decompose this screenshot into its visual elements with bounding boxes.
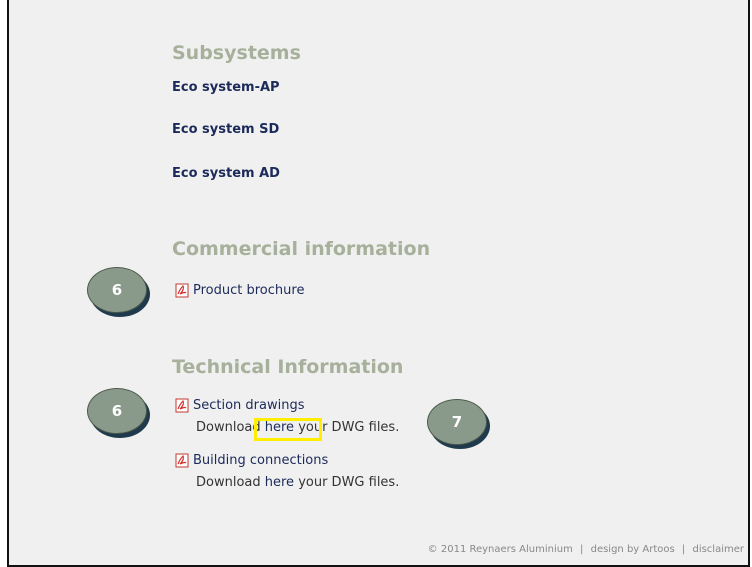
pdf-icon [175, 453, 189, 468]
footer-separator: | [580, 544, 584, 555]
pdf-icon [175, 398, 189, 413]
callout-marker: 6 [87, 267, 147, 313]
technical-heading: Technical Information [172, 356, 404, 378]
footer-disclaimer-link[interactable]: disclaimer [692, 544, 744, 555]
pdf-icon [175, 283, 189, 298]
building-connections-download-text: Download here your DWG files. [196, 475, 399, 490]
building-connections-link[interactable]: Building connections [193, 453, 328, 468]
download-prefix: Download [196, 475, 265, 490]
commercial-heading: Commercial information [172, 238, 431, 260]
subsystems-heading: Subsystems [172, 42, 301, 64]
highlight-box [254, 418, 322, 441]
subsystem-link-eco-ad[interactable]: Eco system AD [172, 166, 280, 181]
download-suffix: your DWG files. [294, 475, 400, 490]
product-brochure-row[interactable]: Product brochure [175, 283, 304, 298]
subsystem-link-eco-sd[interactable]: Eco system SD [172, 122, 279, 137]
subsystem-link-eco-ap[interactable]: Eco system-AP [172, 80, 280, 95]
building-connections-row[interactable]: Building connections [175, 453, 328, 468]
callout-marker: 6 [87, 388, 147, 434]
footer: © 2011 Reynaers Aluminium | design by Ar… [426, 544, 746, 555]
section-drawings-row[interactable]: Section drawings [175, 398, 305, 413]
footer-separator: | [681, 544, 686, 555]
footer-copyright: © 2011 Reynaers Aluminium [427, 544, 573, 555]
section-drawings-link[interactable]: Section drawings [193, 398, 305, 413]
product-brochure-link[interactable]: Product brochure [193, 283, 304, 298]
footer-design-link[interactable]: design by Artoos [591, 544, 675, 555]
callout-marker: 7 [427, 399, 487, 445]
building-connections-here-link[interactable]: here [265, 475, 294, 490]
